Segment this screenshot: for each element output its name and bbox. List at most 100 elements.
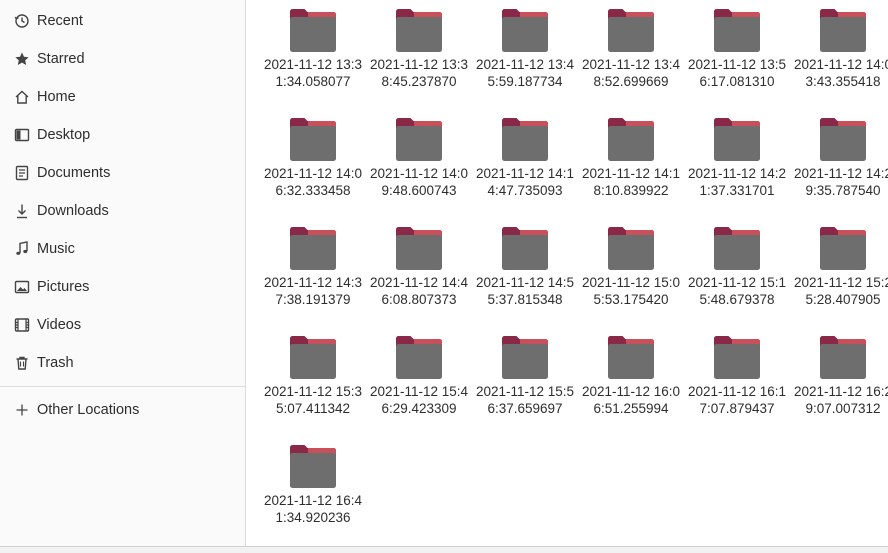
folder-icon [290,227,336,270]
folder-item[interactable]: 2021-11-12 13:48:52.699669 [578,4,684,112]
folder-item[interactable]: 2021-11-12 16:06:51.255994 [578,331,684,439]
folder-icon [608,118,654,161]
folder-item[interactable]: 2021-11-12 14:14:47.735093 [472,113,578,221]
sidebar-item-label: Music [37,241,75,257]
folder-icon [290,9,336,52]
folder-item[interactable]: 2021-11-12 13:45:59.187734 [472,4,578,112]
folder-icon [290,445,336,488]
video-icon [13,317,30,334]
star-icon [13,51,30,68]
folder-name: 2021-11-12 14:29:35.787540 [793,166,888,198]
folder-icon [396,227,442,270]
folder-icon [608,9,654,52]
clock-icon [13,13,30,30]
sidebar-item-videos[interactable]: Videos [0,306,245,344]
folder-icon [820,227,866,270]
folder-name: 2021-11-12 15:15:48.679378 [687,275,787,307]
folder-item[interactable]: 2021-11-12 14:06:32.333458 [260,113,366,221]
sidebar-item-label: Recent [37,13,83,29]
folder-item[interactable]: 2021-11-12 16:17:07.879437 [684,331,790,439]
folder-item[interactable]: 2021-11-12 13:56:17.081310 [684,4,790,112]
sidebar-item-label: Videos [37,317,82,333]
folder-item[interactable]: 2021-11-12 14:18:10.839922 [578,113,684,221]
sidebar-item-recent[interactable]: Recent [0,2,245,40]
folder-icon [820,9,866,52]
sidebar-item-label: Home [37,89,76,105]
sidebar-item-downloads[interactable]: Downloads [0,192,245,230]
folder-name: 2021-11-12 13:45:59.187734 [475,57,575,89]
folder-item[interactable]: 2021-11-12 14:03:43.355418 [790,4,888,112]
folder-item[interactable]: 2021-11-12 16:41:34.920236 [260,440,366,548]
folder-item[interactable]: 2021-11-12 14:21:37.331701 [684,113,790,221]
folder-item[interactable]: 2021-11-12 15:35:07.411342 [260,331,366,439]
sidebar-item-label: Documents [37,165,111,181]
folder-name: 2021-11-12 16:41:34.920236 [263,493,363,525]
sidebar-item-label: Pictures [37,279,90,295]
folder-icon [820,336,866,379]
folder-item[interactable]: 2021-11-12 16:29:07.007312 [790,331,888,439]
folder-item[interactable]: 2021-11-12 15:56:37.659697 [472,331,578,439]
folder-item[interactable]: 2021-11-12 13:31:34.058077 [260,4,366,112]
desktop-icon [13,127,30,144]
folder-item[interactable]: 2021-11-12 14:37:38.191379 [260,222,366,330]
sidebar-divider [0,386,245,387]
folder-item[interactable]: 2021-11-12 15:25:28.407905 [790,222,888,330]
folder-name: 2021-11-12 16:06:51.255994 [581,384,681,416]
folder-item[interactable]: 2021-11-12 14:46:08.807373 [366,222,472,330]
folder-icon [396,9,442,52]
folder-item[interactable]: 2021-11-12 15:46:29.423309 [366,331,472,439]
folder-icon [290,118,336,161]
folder-name: 2021-11-12 15:25:28.407905 [793,275,888,307]
folder-name: 2021-11-12 14:06:32.333458 [263,166,363,198]
folder-icon [502,336,548,379]
sidebar-item-desktop[interactable]: Desktop [0,116,245,154]
folder-item[interactable]: 2021-11-12 15:05:53.175420 [578,222,684,330]
sidebar-item-home[interactable]: Home [0,78,245,116]
sidebar-item-label: Desktop [37,127,91,143]
folder-icon [714,9,760,52]
folder-item[interactable]: 2021-11-12 14:09:48.600743 [366,113,472,221]
folder-name: 2021-11-12 14:14:47.735093 [475,166,575,198]
sidebar: Recent Starred Home Desktop Documents Do… [0,0,246,552]
folder-item[interactable]: 2021-11-12 13:38:45.237870 [366,4,472,112]
folder-name: 2021-11-12 16:17:07.879437 [687,384,787,416]
sidebar-item-documents[interactable]: Documents [0,154,245,192]
picture-icon [13,279,30,296]
folder-name: 2021-11-12 14:55:37.815348 [475,275,575,307]
folder-icon [608,227,654,270]
folder-name: 2021-11-12 15:05:53.175420 [581,275,681,307]
folder-item[interactable]: 2021-11-12 14:29:35.787540 [790,113,888,221]
folder-icon [502,118,548,161]
folder-icon [396,118,442,161]
folder-name: 2021-11-12 15:46:29.423309 [369,384,469,416]
folder-icon [820,118,866,161]
folder-name: 2021-11-12 14:37:38.191379 [263,275,363,307]
sidebar-item-label: Trash [37,355,74,371]
sidebar-item-label: Starred [37,51,85,67]
folder-item[interactable]: 2021-11-12 14:55:37.815348 [472,222,578,330]
sidebar-item-label: Downloads [37,203,109,219]
trash-icon [13,355,30,372]
folder-name: 2021-11-12 14:03:43.355418 [793,57,888,89]
folder-icon [502,227,548,270]
folder-name: 2021-11-12 13:56:17.081310 [687,57,787,89]
sidebar-item-pictures[interactable]: Pictures [0,268,245,306]
folder-icon [714,227,760,270]
download-icon [13,203,30,220]
sidebar-item-trash[interactable]: Trash [0,344,245,382]
plus-icon [13,402,30,419]
folder-name: 2021-11-12 15:56:37.659697 [475,384,575,416]
folder-name: 2021-11-12 14:18:10.839922 [581,166,681,198]
file-view: 2021-11-12 13:31:34.058077 2021-11-12 13:… [247,0,888,552]
folder-name: 2021-11-12 13:48:52.699669 [581,57,681,89]
music-icon [13,241,30,258]
sidebar-item-starred[interactable]: Starred [0,40,245,78]
folder-icon [608,336,654,379]
folder-name: 2021-11-12 13:31:34.058077 [263,57,363,89]
sidebar-item-label: Other Locations [37,402,140,418]
sidebar-item-music[interactable]: Music [0,230,245,268]
sidebar-item-other-locations[interactable]: Other Locations [0,391,245,429]
folder-item[interactable]: 2021-11-12 15:15:48.679378 [684,222,790,330]
folder-name: 2021-11-12 13:38:45.237870 [369,57,469,89]
folder-name: 2021-11-12 14:46:08.807373 [369,275,469,307]
